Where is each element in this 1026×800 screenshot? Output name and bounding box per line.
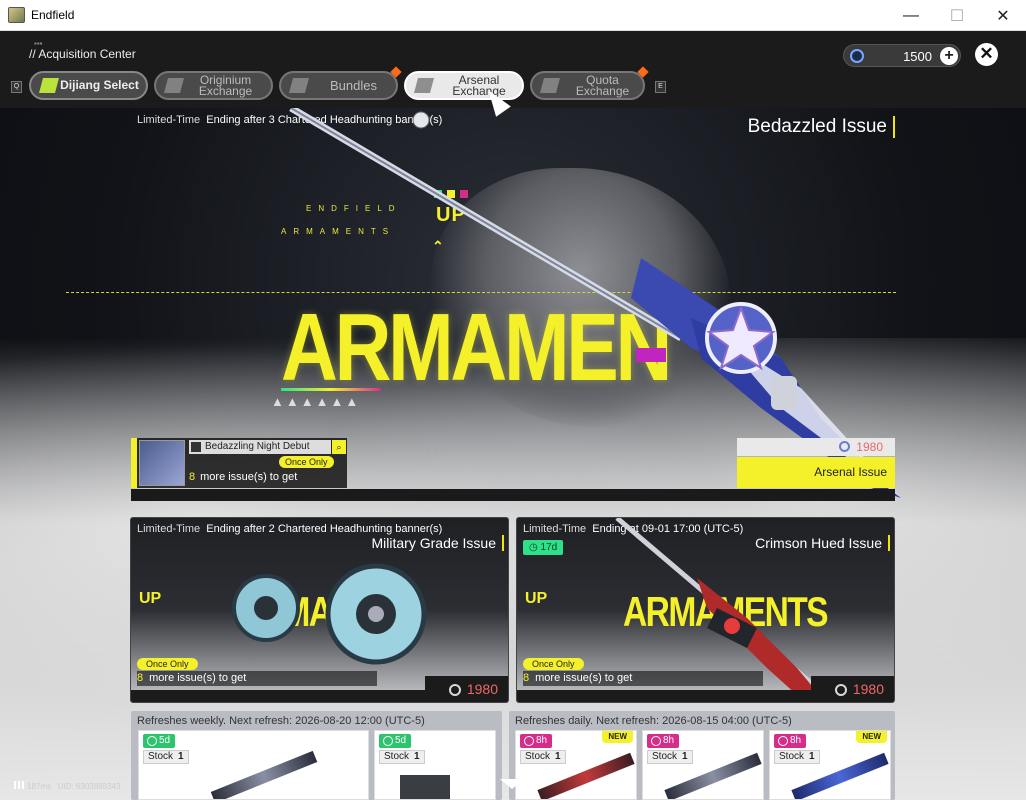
shop-header: ▪▪▪ // Acquisition Center 1500 + ✕ Q E D… bbox=[0, 31, 1026, 108]
issue-card-crimson-hued[interactable]: Limited-Time Ending at 09-01 17:00 (UTC-… bbox=[516, 517, 895, 703]
signal-icon bbox=[14, 781, 24, 789]
shop-item[interactable]: 8h Stock 1 bbox=[642, 730, 764, 800]
pink-square bbox=[460, 190, 468, 198]
limited-time-label: Limited-Time bbox=[137, 523, 201, 535]
key-hint-left: Q bbox=[11, 81, 22, 93]
arsenal-issue-label: Arsenal Issue bbox=[737, 457, 895, 488]
armaments-big-text: ARMAMEN bbox=[281, 294, 672, 401]
minimize-button[interactable]: — bbox=[888, 0, 934, 31]
daily-refresh-panel: Refreshes daily. Next refresh: 2026-08-1… bbox=[509, 711, 895, 800]
tab-quota-exchange[interactable]: Quota Exchange bbox=[530, 66, 649, 100]
tab-arsenal-exchange[interactable]: Arsenal Exchange bbox=[404, 71, 524, 100]
weapon-thumbnail[interactable] bbox=[139, 440, 185, 486]
arsenal-ticket-icon bbox=[850, 49, 864, 63]
timer-badge: ◷ 17d bbox=[523, 540, 564, 555]
more-text: more issue(s) to get bbox=[149, 672, 247, 684]
gauntlet-weapon-image bbox=[232, 563, 427, 665]
card-price[interactable]: 1980 bbox=[425, 676, 508, 702]
more-text: more issue(s) to get bbox=[200, 471, 298, 483]
new-badge bbox=[637, 66, 649, 78]
scroll-down-icon[interactable] bbox=[500, 779, 524, 789]
timer-badge: 8h bbox=[520, 734, 553, 748]
endfield-text: ENDFIELD bbox=[306, 204, 402, 213]
more-count: 8 bbox=[137, 672, 144, 684]
weapon-name: Bedazzling Night Debut bbox=[189, 440, 331, 454]
featured-price[interactable]: 1980 Arsenal Issue bbox=[737, 438, 895, 488]
card-price[interactable]: 1980 bbox=[811, 676, 894, 702]
tab-originium-exchange[interactable]: Originium Exchange bbox=[154, 71, 273, 100]
weapon-image bbox=[210, 750, 318, 799]
card-title: Military Grade Issue bbox=[372, 535, 504, 551]
add-currency-button[interactable]: + bbox=[940, 47, 958, 65]
up-label: UP bbox=[139, 590, 162, 607]
arsenal-ticket-icon bbox=[839, 441, 851, 452]
armaments-text: ARMAMENTS bbox=[281, 227, 396, 236]
arsenal-exchange-content: ENDFIELD ARMAMENTS UP ⌃ ARMAMEN ▲▲▲▲▲▲ L… bbox=[0, 108, 1026, 800]
featured-banner[interactable]: ENDFIELD ARMAMENTS UP ⌃ ARMAMEN ▲▲▲▲▲▲ L… bbox=[66, 108, 901, 501]
timer-badge: 5d bbox=[143, 734, 176, 748]
up-label: UP bbox=[525, 590, 548, 607]
user-id: UID: 6303888343 bbox=[57, 782, 121, 791]
more-text: more issue(s) to get bbox=[535, 672, 633, 684]
game-window: Endfield — ☐ ✕ ▪▪▪ // Acquisition Center… bbox=[0, 0, 1026, 800]
stock-label: Stock 1 bbox=[520, 750, 566, 764]
featured-weapon-info: Bedazzling Night Debut ⌕ Once Only 8 more… bbox=[131, 438, 347, 488]
app-icon bbox=[8, 7, 25, 23]
weekly-refresh-panel: Refreshes weekly. Next refresh: 2026-08-… bbox=[131, 711, 502, 800]
search-icon[interactable]: ⌕ bbox=[332, 440, 346, 454]
new-badge: NEW bbox=[602, 731, 633, 743]
shop-item[interactable]: 8h NEW Stock 1 bbox=[515, 730, 637, 800]
limited-time-label: Limited-Time bbox=[137, 114, 201, 126]
yellow-square bbox=[447, 190, 455, 198]
ping-value: 187ms bbox=[27, 782, 52, 791]
limited-time-label: Limited-Time bbox=[523, 523, 587, 535]
card-condition: Ending after 2 Chartered Headhunting ban… bbox=[206, 523, 443, 535]
currency-amount: 1500 bbox=[903, 49, 932, 64]
close-shop-button[interactable]: ✕ bbox=[975, 43, 998, 66]
window-titlebar: Endfield — ☐ ✕ bbox=[0, 0, 1026, 31]
once-only-badge: Once Only bbox=[523, 658, 584, 670]
timer-badge: 8h bbox=[774, 734, 807, 748]
up-label: UP bbox=[436, 204, 466, 226]
stock-label: Stock 1 bbox=[379, 750, 425, 764]
once-only-badge: Once Only bbox=[279, 456, 334, 468]
green-square bbox=[434, 190, 442, 198]
featured-title: Bedazzled Issue bbox=[748, 116, 895, 138]
featured-price-value: 1980 bbox=[856, 440, 883, 454]
tab-dijiang-select[interactable]: Dijiang Select bbox=[29, 71, 148, 100]
tab-bundles[interactable]: Bundles bbox=[279, 66, 402, 100]
new-badge: NEW bbox=[856, 731, 887, 743]
new-badge bbox=[390, 66, 402, 78]
clock-icon: ◷ bbox=[529, 542, 541, 553]
stock-label: Stock 1 bbox=[647, 750, 693, 764]
stock-label: Stock 1 bbox=[774, 750, 820, 764]
color-bar bbox=[281, 388, 381, 391]
more-count: 8 bbox=[523, 672, 530, 684]
more-count: 8 bbox=[189, 471, 196, 483]
featured-condition: Ending after 3 Chartered Headhunting ban… bbox=[206, 114, 443, 126]
window-title: Endfield bbox=[31, 8, 75, 22]
shop-item[interactable]: 5d Stock 1 bbox=[138, 730, 369, 800]
page-title: // Acquisition Center bbox=[29, 47, 136, 61]
chevron-up-icon: ⌃ bbox=[432, 238, 444, 254]
shop-item[interactable]: 5d Stock 1 bbox=[374, 730, 496, 800]
timer-badge: 5d bbox=[379, 734, 412, 748]
chevron-row-icon: ▲▲▲▲▲▲ bbox=[271, 394, 361, 409]
weekly-refresh-title: Refreshes weekly. Next refresh: 2026-08-… bbox=[137, 715, 425, 727]
weapon-type-icon bbox=[191, 442, 201, 452]
daily-refresh-title: Refreshes daily. Next refresh: 2026-08-1… bbox=[515, 715, 792, 727]
weapon-image bbox=[400, 775, 450, 799]
close-window-button[interactable]: ✕ bbox=[980, 0, 1026, 31]
timer-badge: 8h bbox=[647, 734, 680, 748]
currency-display: 1500 + bbox=[843, 44, 961, 67]
issue-card-military-grade[interactable]: Limited-Time Ending after 2 Chartered He… bbox=[130, 517, 509, 703]
arsenal-ticket-icon bbox=[834, 684, 847, 696]
arsenal-ticket-icon bbox=[448, 684, 461, 696]
maximize-button[interactable]: ☐ bbox=[934, 0, 980, 31]
shop-item[interactable]: 8h NEW Stock 1 bbox=[769, 730, 891, 800]
network-status: 187ms UID: 6303888343 bbox=[14, 781, 120, 791]
key-hint-right: E bbox=[655, 81, 666, 93]
stock-label: Stock 1 bbox=[143, 750, 189, 764]
once-only-badge: Once Only bbox=[137, 658, 198, 670]
